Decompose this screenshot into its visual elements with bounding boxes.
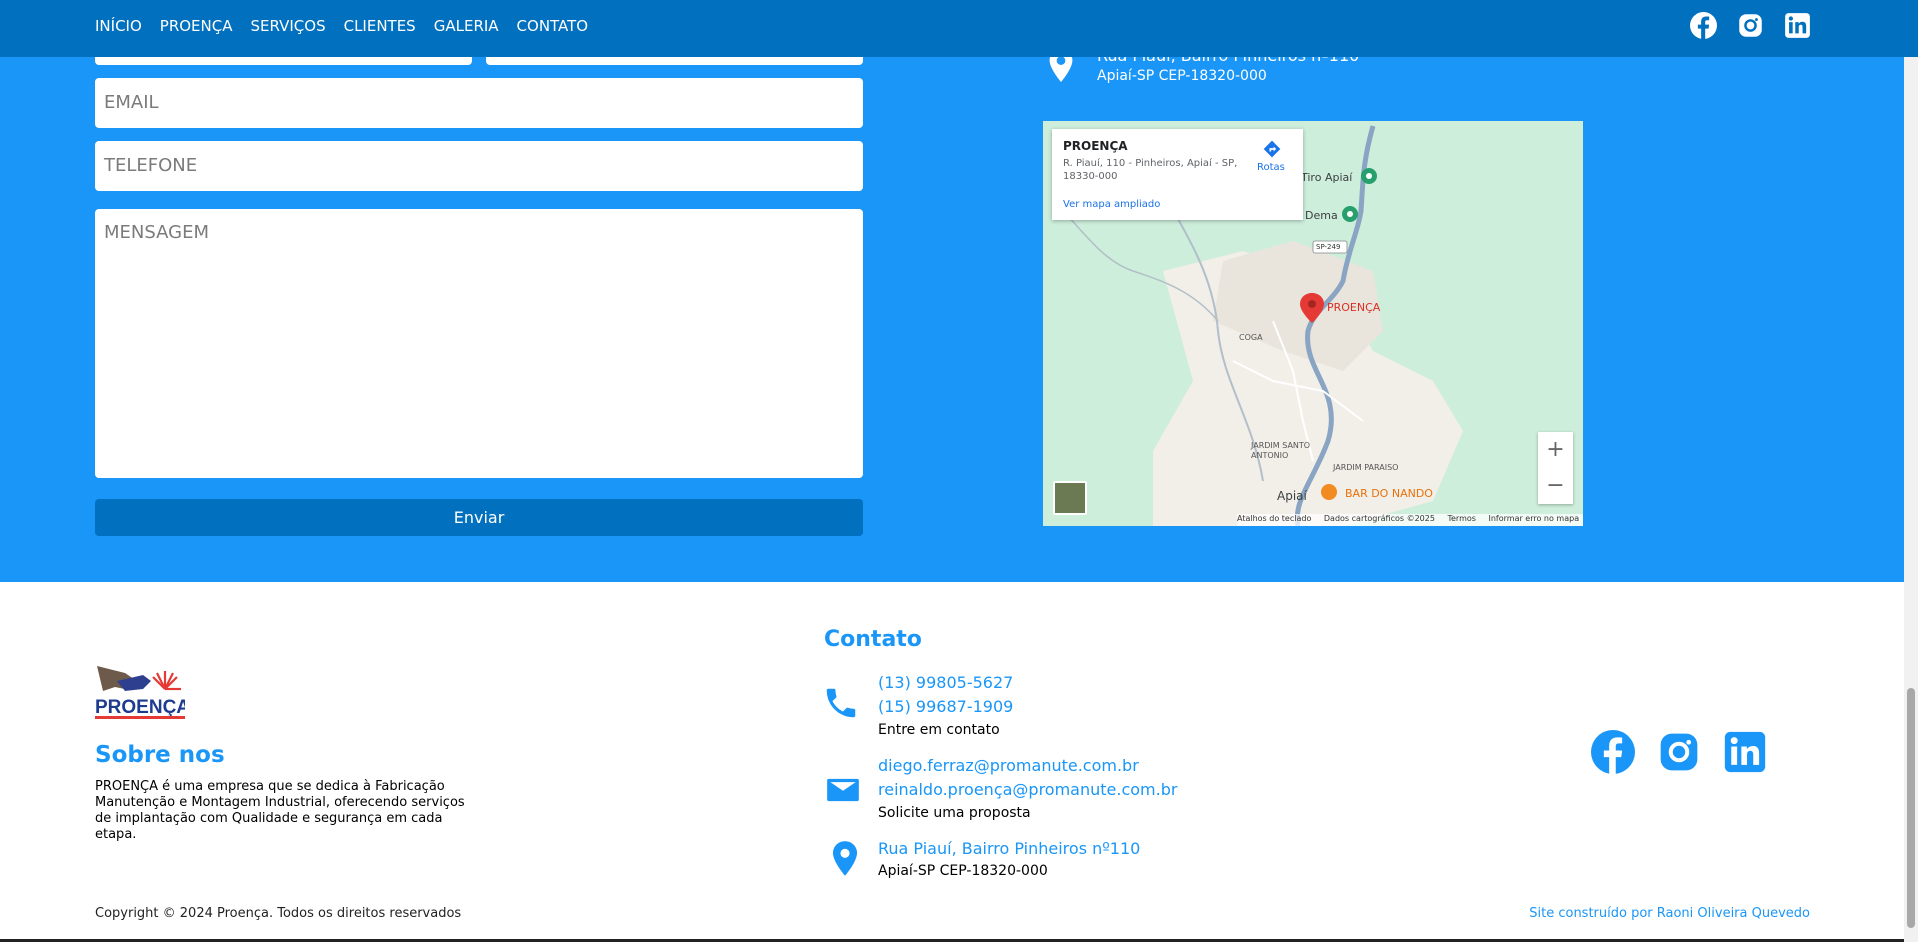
about-text: PROENÇA é uma empresa que se dedica à Fa… — [95, 779, 465, 842]
map-label-jardim-santo-antonio: JARDIM SANTO ANTONIO — [1251, 441, 1311, 460]
map-card-title: PROENÇA — [1063, 139, 1128, 153]
map-footer: Atalhos do teclado Dados cartográficos ©… — [1237, 514, 1583, 526]
message-placeholder: MENSAGEM — [104, 222, 209, 243]
map-label-bar-do-nando: BAR DO NANDO — [1345, 487, 1433, 500]
nav-link-clientes[interactable]: CLIENTES — [344, 17, 416, 35]
linkedin-icon[interactable] — [1784, 12, 1811, 39]
instagram-icon[interactable] — [1657, 730, 1701, 774]
phone-subtext: Entre em contato — [878, 722, 1000, 738]
about-title: Sobre nos — [95, 742, 225, 768]
nav-link-contato[interactable]: CONTATO — [517, 17, 589, 35]
address-city: Apiaí-SP CEP-18320-000 — [1097, 68, 1267, 84]
map-label-proenca: PROENÇA — [1327, 301, 1381, 314]
map-footer-shortcuts[interactable]: Atalhos do teclado — [1237, 514, 1311, 523]
map-card-address: R. Piauí, 110 - Pinheiros, Apiaí - SP, 1… — [1063, 158, 1238, 182]
scrollbar-thumb[interactable] — [1907, 688, 1915, 928]
proenca-logo: PROENÇA — [95, 666, 185, 719]
map-label-dema: Dema — [1305, 209, 1338, 222]
email-subtext: Solicite uma proposta — [878, 805, 1031, 821]
location-pin-icon — [832, 841, 858, 876]
phone-link-1[interactable]: (13) 99805-5627 — [878, 673, 1013, 692]
zoom-in-button[interactable]: + — [1538, 432, 1573, 468]
directions-label[interactable]: Rotas — [1257, 162, 1285, 173]
message-textarea[interactable]: MENSAGEM — [95, 209, 863, 478]
email-link-1[interactable]: diego.ferraz@promanute.com.br — [878, 756, 1139, 775]
map-info-card: PROENÇA R. Piauí, 110 - Pinheiros, Apiaí… — [1052, 129, 1303, 220]
nav-link-servicos[interactable]: SERVIÇOS — [251, 17, 326, 35]
map-label-tiro: Tiro Apiaí — [1301, 171, 1353, 184]
zoom-out-button[interactable]: − — [1538, 468, 1573, 504]
linkedin-icon[interactable] — [1723, 730, 1767, 774]
email-field[interactable]: EMAIL — [95, 78, 863, 128]
email-link-2[interactable]: reinaldo.proença@promanute.com.br — [878, 780, 1177, 799]
map-label-jardim-paraiso: JARDIM PARAISO — [1333, 463, 1399, 472]
contact-title: Contato — [824, 627, 922, 652]
map-footer-report[interactable]: Informar erro no mapa — [1488, 514, 1579, 523]
nav-menu: INÍCIO PROENÇA SERVIÇOS CLIENTES GALERIA… — [95, 17, 588, 35]
embedded-map[interactable]: Tiro Apiaí Dema SP-249 PROENÇA COGA JARD… — [1043, 121, 1583, 526]
footer-social-links — [1591, 730, 1767, 774]
email-placeholder: EMAIL — [104, 92, 159, 113]
copyright-text: Copyright © 2024 Proença. Todos os direi… — [95, 906, 462, 921]
contact-section: EMAIL TELEFONE MENSAGEM Enviar Rua Piauí… — [0, 0, 1904, 582]
map-footer-terms[interactable]: Termos — [1447, 514, 1475, 523]
phone-field[interactable]: TELEFONE — [95, 141, 863, 191]
map-label-coga: COGA — [1239, 333, 1263, 342]
facebook-icon[interactable] — [1591, 730, 1635, 774]
site-credit-link[interactable]: Site construído por Raoni Oliveira Queve… — [1529, 906, 1810, 921]
footer-address-link[interactable]: Rua Piauí, Bairro Pinheiros nº110 — [878, 839, 1140, 858]
send-button[interactable]: Enviar — [95, 499, 863, 536]
map-label-apiai: Apiaí — [1277, 489, 1307, 503]
footer-address-city: Apiaí-SP CEP-18320-000 — [878, 863, 1048, 879]
map-footer-data: Dados cartográficos ©2025 — [1323, 514, 1435, 523]
facebook-icon[interactable] — [1690, 12, 1717, 39]
nav-social-links — [1690, 12, 1811, 39]
top-navbar: INÍCIO PROENÇA SERVIÇOS CLIENTES GALERIA… — [0, 0, 1918, 57]
nav-link-inicio[interactable]: INÍCIO — [95, 17, 142, 35]
phone-icon — [826, 688, 856, 718]
nav-link-proenca[interactable]: PROENÇA — [160, 17, 233, 35]
phone-link-2[interactable]: (15) 99687-1909 — [878, 697, 1013, 716]
map-zoom-controls: + − — [1538, 432, 1573, 504]
page-scrollbar[interactable] — [1904, 0, 1918, 942]
larger-map-link[interactable]: Ver mapa ampliado — [1063, 199, 1160, 210]
directions-icon[interactable] — [1262, 139, 1282, 159]
map-label-sp249: SP-249 — [1316, 243, 1341, 251]
phone-placeholder: TELEFONE — [104, 155, 198, 176]
map-layer-toggle[interactable] — [1053, 481, 1087, 515]
logo-text: PROENÇA — [95, 697, 185, 718]
nav-link-galeria[interactable]: GALERIA — [434, 17, 499, 35]
email-icon — [827, 778, 859, 802]
instagram-icon[interactable] — [1737, 12, 1764, 39]
